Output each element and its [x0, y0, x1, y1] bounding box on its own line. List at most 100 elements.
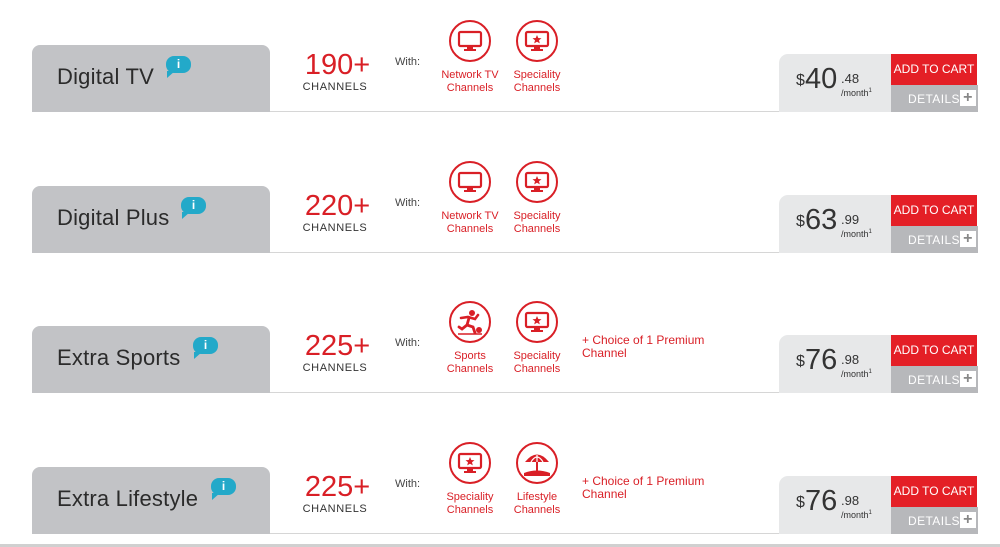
- price-period: /month1: [841, 88, 872, 98]
- channels-label: CHANNELS: [302, 362, 368, 374]
- price-cents: .48: [841, 71, 860, 86]
- channel-count: 220+: [304, 190, 371, 222]
- add-to-cart-button[interactable]: ADD TO CART: [891, 195, 977, 226]
- add-to-cart-button[interactable]: ADD TO CART: [891, 54, 977, 85]
- package-row: Extra Sports i 225+ CHANNELS With: Sports Chan…: [0, 281, 1000, 421]
- feature-label-line2: Channels: [446, 223, 494, 235]
- price-dollars: 40: [805, 63, 838, 95]
- package-name: Extra Lifestyle: [57, 486, 199, 511]
- channels-label: CHANNELS: [302, 503, 368, 515]
- feature-label-line2: Channels: [513, 223, 561, 235]
- footnote-marker: 1: [868, 88, 872, 94]
- channel-count: 225+: [304, 471, 371, 503]
- add-to-cart-button[interactable]: ADD TO CART: [891, 335, 977, 366]
- feature-label: Network TV Channels: [432, 210, 508, 236]
- tv-icon: [449, 20, 491, 62]
- feature-label-line2: Channels: [513, 82, 561, 94]
- feature-label-line2: Channels: [446, 504, 494, 516]
- price-currency: $: [796, 72, 805, 89]
- footnote-marker: 1: [868, 229, 872, 235]
- info-icon[interactable]: i: [166, 56, 191, 78]
- feature-item: Lifestyle Channels: [499, 442, 575, 517]
- details-button[interactable]: DETAILS +: [891, 507, 978, 534]
- feature-label-line2: Channels: [513, 363, 561, 375]
- details-button[interactable]: DETAILS +: [891, 85, 978, 112]
- beach-umbrella-icon: [516, 442, 558, 484]
- feature-item: Speciality Channels: [499, 20, 575, 95]
- feature-label-line1: Sports: [454, 350, 486, 362]
- price-currency: $: [796, 213, 805, 230]
- details-label: DETAILS: [908, 92, 960, 106]
- package-name: Digital Plus: [57, 205, 170, 230]
- feature-label: Sports Channels: [432, 350, 508, 376]
- feature-label: Network TV Channels: [432, 69, 508, 95]
- feature-item: Speciality Channels: [499, 161, 575, 236]
- tv-star-icon: [516, 161, 558, 203]
- package-row: Digital TV i 190+ CHANNELS With: Network TV Ch…: [0, 0, 1000, 140]
- with-label: With:: [395, 56, 421, 68]
- feature-label-line1: Lifestyle: [516, 491, 558, 503]
- footnote-marker: 1: [868, 369, 872, 375]
- sports-icon: [449, 301, 491, 343]
- details-button[interactable]: DETAILS +: [891, 366, 978, 393]
- with-label: With:: [395, 197, 421, 209]
- tv-star-icon: [516, 20, 558, 62]
- feature-label-line1: Network TV: [441, 69, 499, 81]
- feature-label-line1: Network TV: [441, 210, 499, 222]
- plus-icon[interactable]: +: [960, 231, 976, 247]
- plus-icon[interactable]: +: [960, 512, 976, 528]
- per-month-label: /month: [841, 229, 869, 239]
- price-cents: .99: [841, 212, 860, 227]
- feature-item: Speciality Channels: [499, 301, 575, 376]
- package-row: Extra Lifestyle i 225+ CHANNELS With: Special…: [0, 422, 1000, 547]
- channels-label: CHANNELS: [302, 222, 368, 234]
- per-month-label: /month: [841, 88, 869, 98]
- feature-label: Lifestyle Channels: [499, 491, 575, 517]
- price-cents: .98: [841, 493, 860, 508]
- feature-label: Speciality Channels: [499, 210, 575, 236]
- feature-label-line2: Channels: [446, 82, 494, 94]
- add-to-cart-button[interactable]: ADD TO CART: [891, 476, 977, 507]
- channels-label: CHANNELS: [302, 81, 368, 93]
- price-currency: $: [796, 353, 805, 370]
- info-icon[interactable]: i: [181, 197, 206, 219]
- price-currency: $: [796, 494, 805, 511]
- premium-channel-note: + Choice of 1 Premium Channel: [582, 474, 705, 501]
- with-label: With:: [395, 478, 421, 490]
- tv-star-icon: [516, 301, 558, 343]
- details-button[interactable]: DETAILS +: [891, 226, 978, 253]
- price-period: /month1: [841, 229, 872, 239]
- tv-star-icon: [449, 442, 491, 484]
- channel-count: 225+: [304, 330, 371, 362]
- details-label: DETAILS: [908, 373, 960, 387]
- feature-label-line2: Channels: [446, 363, 494, 375]
- package-row: Digital Plus i 220+ CHANNELS With: Network TV…: [0, 141, 1000, 281]
- feature-label-line1: Speciality: [513, 69, 561, 81]
- feature-label: Speciality Channels: [432, 491, 508, 517]
- price-period: /month1: [841, 510, 872, 520]
- feature-item: Network TV Channels: [432, 161, 508, 236]
- price-period: /month1: [841, 369, 872, 379]
- details-label: DETAILS: [908, 233, 960, 247]
- info-icon[interactable]: i: [193, 337, 218, 359]
- price-dollars: 76: [805, 485, 838, 517]
- feature-item: Network TV Channels: [432, 20, 508, 95]
- price-dollars: 63: [805, 204, 838, 236]
- price-cents: .98: [841, 352, 860, 367]
- premium-channel-note: + Choice of 1 Premium Channel: [582, 333, 705, 360]
- plus-icon[interactable]: +: [960, 90, 976, 106]
- feature-label-line1: Speciality: [513, 350, 561, 362]
- channel-count: 190+: [304, 49, 371, 81]
- price-dollars: 76: [805, 344, 838, 376]
- info-icon[interactable]: i: [211, 478, 236, 500]
- feature-label: Speciality Channels: [499, 69, 575, 95]
- feature-label-line1: Speciality: [513, 210, 561, 222]
- feature-item: Sports Channels: [432, 301, 508, 376]
- plus-icon[interactable]: +: [960, 371, 976, 387]
- feature-item: Speciality Channels: [432, 442, 508, 517]
- per-month-label: /month: [841, 369, 869, 379]
- feature-label-line1: Speciality: [446, 491, 494, 503]
- per-month-label: /month: [841, 510, 869, 520]
- with-label: With:: [395, 337, 421, 349]
- feature-label: Speciality Channels: [499, 350, 575, 376]
